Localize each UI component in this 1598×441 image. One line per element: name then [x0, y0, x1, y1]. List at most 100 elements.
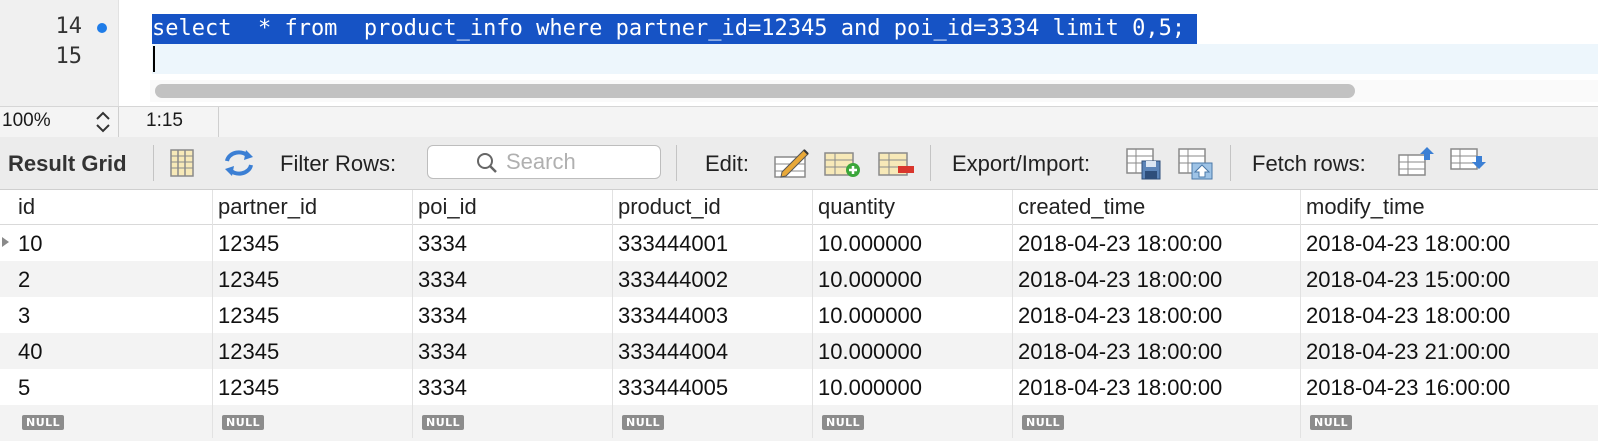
edit-row-icon[interactable] [772, 145, 812, 181]
grid-view-icon[interactable] [166, 145, 206, 181]
fetch-all-icon[interactable] [1448, 145, 1488, 181]
cell-id[interactable]: 5 [18, 375, 30, 401]
filter-search-input[interactable] [506, 149, 656, 175]
cell-product-id[interactable]: 333444003 [618, 303, 728, 329]
null-badge: NULL [422, 415, 465, 430]
column-header-product-id[interactable]: product_id [618, 194, 721, 220]
cell-product-id[interactable]: 333444001 [618, 231, 728, 257]
table-row[interactable]: 2 12345 3334 333444002 10.000000 2018-04… [0, 261, 1598, 297]
cell-poi-id[interactable]: 3334 [418, 267, 467, 293]
cell-product-id[interactable]: 333444004 [618, 339, 728, 365]
toolbar-separator [1230, 145, 1231, 181]
column-header-modify-time[interactable]: modify_time [1306, 194, 1425, 220]
null-badge: NULL [1310, 415, 1353, 430]
status-divider [118, 107, 119, 137]
toolbar-separator [676, 145, 677, 181]
toolbar-separator [153, 145, 154, 181]
null-badge: NULL [822, 415, 865, 430]
cell-poi-id[interactable]: 3334 [418, 231, 467, 257]
sql-editor[interactable]: 13 14 15 select * from product_info wher… [0, 0, 1598, 106]
zoom-stepper-icon[interactable] [94, 109, 112, 135]
filter-rows-label: Filter Rows: [280, 151, 397, 176]
grid-header-row: id partner_id poi_id product_id quantity… [0, 190, 1598, 225]
column-header-id[interactable]: id [18, 194, 35, 220]
cell-quantity[interactable]: 10.000000 [818, 375, 922, 401]
cell-poi-id[interactable]: 3334 [418, 375, 467, 401]
cell-modify-time[interactable]: 2018-04-23 18:00:00 [1306, 231, 1510, 257]
cell-created-time[interactable]: 2018-04-23 18:00:00 [1018, 339, 1222, 365]
status-divider [218, 107, 219, 137]
editor-status-bar: 100% 1:15 [0, 106, 1598, 138]
cell-quantity[interactable]: 10.000000 [818, 339, 922, 365]
line-number-gutter: 13 14 15 [0, 0, 119, 106]
result-grid-label: Result Grid [8, 151, 127, 176]
horizontal-scrollbar-thumb[interactable] [155, 84, 1355, 98]
current-row-marker-icon [2, 237, 9, 247]
cell-id[interactable]: 3 [18, 303, 30, 329]
line-number: 14 [55, 14, 83, 39]
cell-id[interactable]: 2 [18, 267, 30, 293]
text-caret [153, 46, 155, 72]
column-divider[interactable] [612, 190, 613, 438]
cell-quantity[interactable]: 10.000000 [818, 267, 922, 293]
export-import-label: Export/Import: [952, 151, 1091, 176]
filter-search-box[interactable] [427, 145, 661, 179]
cell-modify-time[interactable]: 2018-04-23 16:00:00 [1306, 375, 1510, 401]
null-badge: NULL [622, 415, 665, 430]
cell-created-time[interactable]: 2018-04-23 18:00:00 [1018, 375, 1222, 401]
table-row[interactable]: 10 12345 3334 333444001 10.000000 2018-0… [0, 225, 1598, 261]
cell-quantity[interactable]: 10.000000 [818, 303, 922, 329]
cell-partner-id[interactable]: 12345 [218, 267, 279, 293]
refresh-icon[interactable] [219, 145, 259, 181]
cell-created-time[interactable]: 2018-04-23 18:00:00 [1018, 231, 1222, 257]
line-number: 13 [30, 0, 83, 5]
column-divider[interactable] [812, 190, 813, 438]
edit-label: Edit: [705, 151, 750, 176]
selected-sql-query[interactable]: select * from product_info where partner… [152, 14, 1198, 44]
cell-created-time[interactable]: 2018-04-23 18:00:00 [1018, 303, 1222, 329]
column-divider[interactable] [1300, 190, 1301, 438]
cell-poi-id[interactable]: 3334 [418, 339, 467, 365]
table-row[interactable]: 3 12345 3334 333444003 10.000000 2018-04… [0, 297, 1598, 333]
column-divider[interactable] [212, 190, 213, 438]
search-icon [476, 152, 498, 179]
result-toolbar: Result Grid Filter Rows: Edit: Export/Im… [0, 137, 1598, 190]
toolbar-separator [930, 145, 931, 181]
column-header-quantity[interactable]: quantity [818, 194, 895, 220]
cell-partner-id[interactable]: 12345 [218, 231, 279, 257]
delete-row-icon[interactable] [876, 145, 916, 181]
cell-product-id[interactable]: 333444002 [618, 267, 728, 293]
cell-product-id[interactable]: 333444005 [618, 375, 728, 401]
null-badge: NULL [222, 415, 265, 430]
export-icon[interactable] [1124, 145, 1164, 181]
new-row-placeholder[interactable]: NULL NULL NULL NULL NULL NULL NULL [0, 405, 1598, 441]
null-badge: NULL [22, 415, 65, 430]
column-header-poi-id[interactable]: poi_id [418, 194, 477, 220]
cell-id[interactable]: 40 [18, 339, 42, 365]
cell-partner-id[interactable]: 12345 [218, 303, 279, 329]
null-badge: NULL [1022, 415, 1065, 430]
cursor-position: 1:15 [146, 110, 183, 131]
cell-poi-id[interactable]: 3334 [418, 303, 467, 329]
table-row[interactable]: 40 12345 3334 333444004 10.000000 2018-0… [0, 333, 1598, 369]
column-divider[interactable] [412, 190, 413, 438]
cell-modify-time[interactable]: 2018-04-23 15:00:00 [1306, 267, 1510, 293]
column-header-created-time[interactable]: created_time [1018, 194, 1145, 220]
column-divider[interactable] [1012, 190, 1013, 438]
cell-partner-id[interactable]: 12345 [218, 339, 279, 365]
cell-modify-time[interactable]: 2018-04-23 18:00:00 [1306, 303, 1510, 329]
cell-id[interactable]: 10 [18, 231, 42, 257]
cell-quantity[interactable]: 10.000000 [818, 231, 922, 257]
add-row-icon[interactable] [822, 145, 862, 181]
result-grid[interactable]: id partner_id poi_id product_id quantity… [0, 190, 1598, 441]
table-row[interactable]: 5 12345 3334 333444005 10.000000 2018-04… [0, 369, 1598, 405]
zoom-level: 100% [2, 110, 51, 131]
cell-modify-time[interactable]: 2018-04-23 21:00:00 [1306, 339, 1510, 365]
import-icon[interactable] [1176, 145, 1216, 181]
breakpoint-dot-icon[interactable] [97, 23, 107, 33]
cell-created-time[interactable]: 2018-04-23 18:00:00 [1018, 267, 1222, 293]
fetch-next-icon[interactable] [1396, 145, 1436, 181]
line-number: 15 [55, 44, 83, 69]
column-header-partner-id[interactable]: partner_id [218, 194, 317, 220]
cell-partner-id[interactable]: 12345 [218, 375, 279, 401]
